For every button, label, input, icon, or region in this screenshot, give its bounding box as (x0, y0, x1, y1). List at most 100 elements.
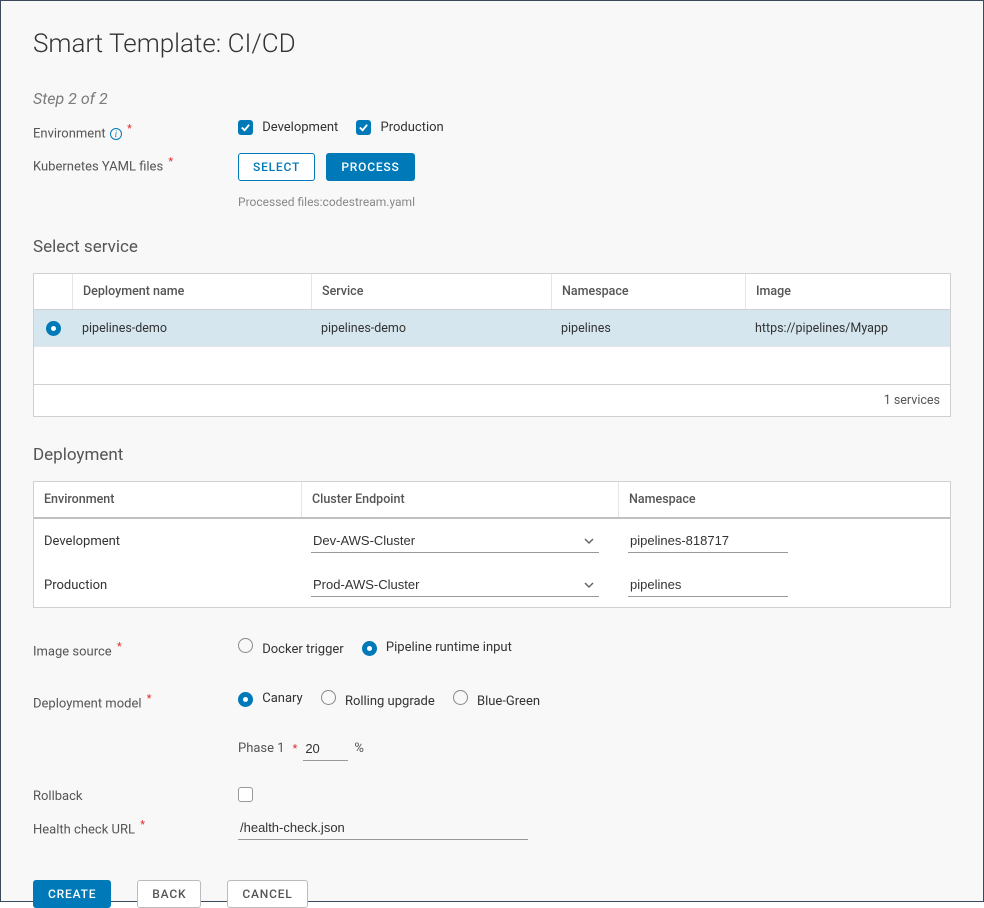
processed-files-note: Processed files:codestream.yaml (238, 195, 951, 209)
radio-docker-label: Docker trigger (262, 642, 343, 657)
endpoint-select-prod[interactable] (311, 573, 599, 597)
namespace-input-prod[interactable] (628, 573, 788, 597)
required-asterisk: * (140, 818, 145, 831)
radio-canary-icon (238, 692, 253, 707)
environment-label: Environment i * (33, 120, 238, 141)
deployment-th-environment: Environment (34, 482, 301, 517)
back-button[interactable]: BACK (137, 880, 201, 908)
radio-rolling-icon (321, 690, 336, 705)
service-th-image: Image (745, 274, 950, 309)
deployment-row-dev-env: Development (34, 530, 301, 553)
deployment-row-prod-env: Production (34, 574, 301, 597)
radio-runtime-label: Pipeline runtime input (386, 640, 512, 655)
deployment-title: Deployment (33, 445, 951, 465)
service-row-namespace: pipelines (551, 311, 745, 346)
cancel-button[interactable]: CANCEL (227, 880, 307, 908)
radio-rolling-label: Rolling upgrade (345, 694, 435, 709)
image-source-label-text: Image source (33, 645, 112, 660)
k8s-files-row: Kubernetes YAML files * SELECT PROCESS P… (33, 153, 951, 209)
service-row-radio-cell (34, 310, 72, 346)
radio-rolling[interactable]: Rolling upgrade (321, 690, 435, 709)
create-button[interactable]: CREATE (33, 880, 111, 908)
image-source-field: Docker trigger Pipeline runtime input (238, 638, 951, 657)
radio-canary[interactable]: Canary (238, 691, 303, 707)
deployment-table-header: Environment Cluster Endpoint Namespace (34, 482, 950, 519)
radio-selected-icon[interactable] (46, 321, 61, 336)
phase1-row: Phase 1 * % (238, 737, 951, 761)
service-row-image: https://pipelines/Myapp (745, 311, 950, 346)
required-asterisk: * (127, 122, 132, 135)
footer-buttons: CREATE BACK CANCEL (33, 880, 951, 908)
service-table-row[interactable]: pipelines-demo pipelines-demo pipelines … (34, 310, 950, 346)
service-th-service: Service (311, 274, 551, 309)
service-th-deployment: Deployment name (72, 274, 311, 309)
info-icon[interactable]: i (110, 128, 122, 140)
checkbox-development[interactable]: Development (238, 120, 338, 135)
checkbox-production[interactable]: Production (356, 120, 443, 135)
service-row-deployment: pipelines-demo (72, 311, 311, 346)
rollback-label: Rollback (33, 787, 238, 804)
page-title: Smart Template: CI/CD (33, 29, 951, 59)
environment-label-text: Environment (33, 126, 106, 141)
radio-bluegreen-icon (453, 690, 468, 705)
service-row-service: pipelines-demo (311, 311, 551, 346)
required-asterisk: * (117, 640, 122, 653)
required-asterisk: * (168, 155, 173, 168)
service-table: Deployment name Service Namespace Image … (33, 273, 951, 417)
rollback-row: Rollback (33, 787, 951, 804)
radio-docker-icon (238, 638, 253, 653)
smart-template-page: Smart Template: CI/CD Step 2 of 2 Enviro… (0, 0, 984, 902)
deployment-row-prod-endpoint-cell (301, 569, 618, 601)
k8s-files-label: Kubernetes YAML files * (33, 153, 238, 174)
health-check-input[interactable] (238, 816, 528, 840)
select-button[interactable]: SELECT (238, 153, 315, 181)
health-check-label-text: Health check URL (33, 822, 135, 837)
service-table-spacer (34, 346, 950, 384)
environment-field: Development Production (238, 120, 951, 135)
deployment-row-dev-ns-cell (618, 525, 950, 557)
image-source-row: Image source * Docker trigger Pipeline r… (33, 638, 951, 659)
deployment-model-label-text: Deployment model (33, 696, 142, 711)
deployment-model-label: Deployment model * (33, 690, 238, 711)
deployment-table: Environment Cluster Endpoint Namespace D… (33, 481, 951, 608)
deployment-row-dev-endpoint-cell (301, 525, 618, 557)
service-table-footer: 1 services (34, 384, 950, 416)
required-asterisk: * (147, 692, 152, 705)
service-th-namespace: Namespace (551, 274, 745, 309)
service-th-select (34, 282, 72, 302)
select-service-title: Select service (33, 237, 951, 257)
endpoint-select-dev[interactable] (311, 529, 599, 553)
image-source-label: Image source * (33, 638, 238, 659)
radio-bluegreen-label: Blue-Green (477, 694, 540, 709)
process-button[interactable]: PROCESS (326, 153, 414, 181)
required-asterisk: * (293, 742, 298, 755)
radio-pipeline-runtime[interactable]: Pipeline runtime input (362, 640, 512, 656)
step-indicator: Step 2 of 2 (33, 89, 951, 108)
deployment-th-endpoint: Cluster Endpoint (301, 482, 618, 517)
phase1-input[interactable] (303, 737, 348, 761)
percent-label: % (354, 741, 364, 756)
radio-docker-trigger[interactable]: Docker trigger (238, 638, 344, 657)
checkbox-production-box (356, 120, 371, 135)
checkbox-development-box (238, 120, 253, 135)
k8s-files-label-text: Kubernetes YAML files (33, 160, 163, 175)
deployment-th-namespace: Namespace (618, 482, 950, 517)
namespace-input-dev[interactable] (628, 529, 788, 553)
checkbox-development-label: Development (262, 120, 338, 135)
deployment-row-prod-ns-cell (618, 569, 950, 601)
health-check-row: Health check URL * (33, 816, 951, 840)
k8s-files-field: SELECT PROCESS Processed files:codestrea… (238, 153, 951, 209)
phase1-label: Phase 1 (238, 741, 285, 756)
deployment-row-prod: Production (34, 563, 950, 607)
endpoint-input-prod[interactable] (311, 573, 599, 597)
rollback-checkbox[interactable] (238, 787, 253, 802)
radio-canary-label: Canary (262, 691, 302, 706)
environment-row: Environment i * Development Production (33, 120, 951, 141)
checkbox-production-label: Production (381, 120, 444, 135)
endpoint-input-dev[interactable] (311, 529, 599, 553)
deployment-row-dev: Development (34, 519, 950, 563)
radio-runtime-icon (362, 641, 377, 656)
health-check-label: Health check URL * (33, 816, 238, 837)
radio-bluegreen[interactable]: Blue-Green (453, 690, 540, 709)
rollback-field (238, 787, 951, 802)
